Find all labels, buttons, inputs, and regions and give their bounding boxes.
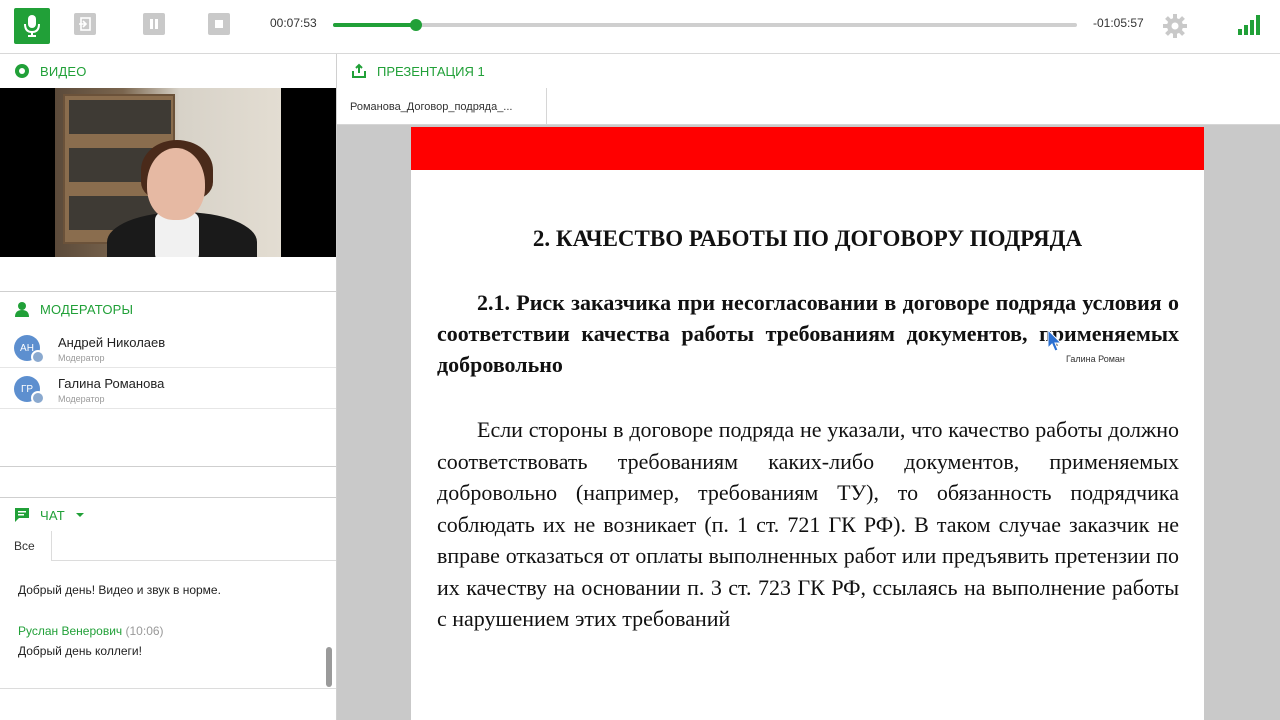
webcam-frame	[55, 88, 281, 257]
user-badge-icon	[31, 350, 45, 364]
presenter-face	[147, 148, 205, 220]
webcam-video[interactable]	[0, 88, 336, 257]
divider	[0, 466, 336, 467]
presentation-title: ПРЕЗЕНТАЦИЯ 1	[377, 63, 485, 79]
user-badge-icon	[31, 391, 45, 405]
presentation-panel: ПРЕЗЕНТАЦИЯ 1 Романова_Договор_подряда_.…	[337, 54, 1280, 720]
microphone-button[interactable]	[14, 8, 50, 44]
pause-button[interactable]	[143, 13, 165, 35]
chat-tab-all[interactable]: Все	[0, 531, 52, 561]
chat-input-divider	[0, 688, 336, 689]
moderators-header-label: МОДЕРАТОРЫ	[40, 301, 134, 317]
chat-message: Добрый день коллеги!	[18, 644, 142, 658]
chat-timestamp: (10:06)	[125, 624, 164, 638]
moderator-name: Андрей Николаев	[58, 335, 166, 350]
chat-header-label: ЧАТ	[40, 507, 65, 523]
gear-icon[interactable]	[1163, 14, 1187, 38]
pointer-cursor-icon	[1047, 329, 1063, 352]
timeline-slider[interactable]	[333, 19, 1077, 31]
video-icon	[15, 64, 29, 78]
remaining-time: -01:05:57	[1093, 16, 1144, 30]
cursor-label: Галина Роман	[1063, 354, 1128, 364]
chat-scrollbar[interactable]	[326, 647, 332, 687]
chat-icon	[15, 508, 29, 522]
chat-message: Добрый день! Видео и звук в норме.	[18, 583, 221, 597]
presentation-slide[interactable]: 2. КАЧЕСТВО РАБОТЫ ПО ДОГОВОРУ ПОДРЯДА 2…	[411, 127, 1204, 720]
left-panel: ВИДЕО МОДЕРАТОРЫ АН Андрей Николаев Моде…	[0, 54, 337, 720]
moderator-role: Модератор	[58, 353, 105, 363]
exit-icon	[79, 17, 91, 31]
shelf-row	[69, 100, 171, 134]
share-icon	[352, 63, 366, 78]
timeline-progress	[333, 23, 416, 27]
moderator-name: Галина Романова	[58, 376, 165, 391]
chevron-down-icon[interactable]	[75, 511, 85, 519]
moderator-item[interactable]: АН Андрей Николаев Модератор	[0, 327, 336, 368]
moderator-role: Модератор	[58, 394, 105, 404]
stop-button[interactable]	[208, 13, 230, 35]
timeline-handle[interactable]	[409, 19, 422, 31]
slide-subtitle: 2.1. Риск заказчика при несогласовании в…	[437, 290, 1179, 377]
microphone-icon	[24, 15, 40, 37]
moderators-header: МОДЕРАТОРЫ	[0, 292, 336, 326]
user-icon	[15, 302, 29, 317]
moderator-item[interactable]: ГР Галина Романова Модератор	[0, 368, 336, 409]
chat-author-name: Руслан Венерович	[18, 624, 123, 638]
elapsed-time: 00:07:53	[270, 16, 317, 30]
exit-button[interactable]	[74, 13, 96, 35]
slide-title: 2. КАЧЕСТВО РАБОТЫ ПО ДОГОВОРУ ПОДРЯДА	[532, 226, 1083, 251]
slide-header-bar	[411, 127, 1204, 170]
moderators-list: АН Андрей Николаев Модератор ГР Галина Р…	[0, 327, 336, 409]
pause-icon	[150, 19, 158, 29]
chat-header[interactable]: ЧАТ	[0, 498, 336, 532]
presentation-header: ПРЕЗЕНТАЦИЯ 1	[337, 54, 1280, 88]
file-tab-active[interactable]: Романова_Договор_подряда_...	[337, 88, 547, 125]
signal-icon	[1238, 15, 1260, 35]
chat-tabs: Все	[0, 531, 336, 561]
chat-author: Руслан Венерович (10:06)	[18, 624, 164, 638]
stop-icon	[215, 20, 223, 28]
file-tabs: Романова_Договор_подряда_...	[337, 88, 1280, 125]
video-header-label: ВИДЕО	[40, 63, 87, 79]
top-toolbar: 00:07:53 -01:05:57	[0, 0, 1280, 54]
slide-body: Если стороны в договоре подряда не указа…	[437, 417, 1179, 631]
video-header: ВИДЕО	[0, 54, 336, 88]
